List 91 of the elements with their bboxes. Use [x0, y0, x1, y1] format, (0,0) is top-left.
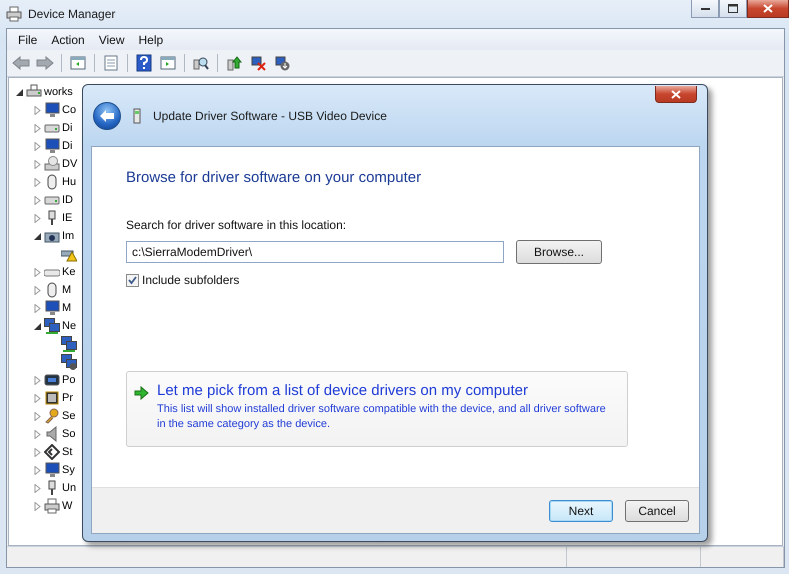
tree-item[interactable]: Di — [62, 122, 72, 134]
magnifier-icon — [193, 55, 209, 71]
option-title: Let me pick from a list of device drivers on my computer — [157, 382, 529, 399]
path-field[interactable]: c:\SierraModemDriver\ — [126, 241, 504, 263]
tree-item[interactable]: Un — [62, 482, 76, 494]
close-icon — [671, 90, 681, 98]
key-icon — [44, 408, 60, 424]
expand-arrow[interactable] — [33, 392, 43, 404]
close-icon — [763, 4, 773, 13]
option-description: This list will show installed driver software compatible with the device, and all driver software in the same category as the device. — [157, 402, 607, 432]
expand-arrow[interactable] — [33, 266, 43, 278]
minimize-button[interactable] — [691, 0, 719, 18]
window-title: Device Manager — [28, 7, 116, 21]
expand-arrow[interactable] — [33, 410, 43, 422]
field-label: Search for driver software in this location: — [126, 218, 348, 232]
network-icon — [61, 354, 77, 370]
panel-icon — [70, 55, 86, 71]
menu-item[interactable]: Help — [132, 32, 170, 46]
download-icon — [274, 55, 290, 71]
expand-arrow[interactable] — [33, 158, 43, 170]
tree-item[interactable]: Pr — [62, 392, 73, 404]
connector-icon — [44, 444, 60, 460]
expand-arrow[interactable] — [33, 284, 43, 296]
dialog-title: Update Driver Software - USB Video Device — [153, 108, 387, 122]
tree-item[interactable]: Di — [62, 140, 72, 152]
document-icon — [103, 55, 119, 71]
expand-arrow[interactable] — [33, 302, 43, 314]
tree-item[interactable]: St — [62, 446, 72, 458]
expand-arrow[interactable] — [33, 482, 43, 494]
tree-item[interactable]: Hu — [62, 176, 76, 188]
tree-item[interactable]: W — [62, 500, 72, 512]
monitor-icon — [44, 300, 60, 316]
minimize-icon — [700, 7, 710, 10]
expand-arrow[interactable] — [33, 140, 43, 152]
expand-arrow[interactable] — [33, 374, 43, 386]
monitor-icon — [44, 102, 60, 118]
remove-icon — [250, 55, 266, 71]
upload-icon — [226, 55, 242, 71]
printer-icon — [44, 498, 60, 514]
close-button[interactable] — [655, 86, 697, 103]
left-arrow-icon — [12, 56, 30, 70]
tree-item[interactable]: Se — [62, 410, 76, 422]
tree-item[interactable]: M — [62, 284, 72, 296]
tree-item[interactable]: Ke — [62, 266, 76, 278]
chip-icon — [44, 390, 60, 406]
cancel-button[interactable]: Cancel — [625, 500, 689, 522]
network-icon — [44, 318, 60, 334]
help-icon — [136, 54, 152, 72]
expand-arrow[interactable] — [33, 194, 43, 206]
printer-icon — [6, 6, 22, 22]
checkbox[interactable] — [126, 274, 139, 286]
option-link[interactable]: Let me pick from a list of device drivers on my computer This list will show installed driver software compatible with the device, and all driver software in the same category as the device. — [126, 371, 628, 447]
tree-item[interactable]: Po — [62, 374, 76, 386]
monitor-icon — [44, 462, 60, 478]
expand-arrow[interactable] — [33, 212, 43, 224]
expand-arrow[interactable] — [33, 446, 43, 458]
expand-arrow[interactable] — [33, 500, 43, 512]
port-icon — [44, 372, 60, 388]
tree-item[interactable]: DV — [62, 158, 78, 170]
tree-item[interactable]: Sy — [62, 464, 75, 476]
checkbox-label: Include subfolders — [142, 273, 240, 287]
monitor-icon — [44, 138, 60, 154]
panel-icon — [160, 55, 176, 71]
maximize-button[interactable] — [719, 0, 747, 18]
back-button[interactable] — [93, 102, 121, 130]
page-heading: Browse for driver software on your computer — [126, 169, 422, 186]
network-icon — [61, 336, 77, 352]
expand-arrow[interactable] — [33, 122, 43, 134]
disc-icon — [44, 156, 60, 172]
close-button[interactable] — [747, 0, 789, 18]
expand-arrow[interactable] — [33, 428, 43, 440]
menu-item[interactable]: View — [92, 32, 132, 46]
back-arrow-icon — [99, 108, 115, 122]
expand-arrow[interactable] — [33, 464, 43, 476]
expand-arrow[interactable] — [33, 176, 43, 188]
tree-item[interactable]: Im — [62, 230, 74, 242]
tree-item[interactable]: M — [62, 302, 72, 314]
tree-item[interactable]: So — [62, 428, 76, 440]
next-button[interactable]: Next — [549, 500, 613, 522]
tree-item[interactable]: Ne — [62, 320, 76, 332]
menu-item[interactable]: Action — [44, 32, 92, 46]
tree-item[interactable]: ID — [62, 194, 73, 206]
tree-item[interactable]: Co — [62, 104, 76, 116]
maximize-icon — [728, 4, 738, 13]
tree-item[interactable]: IE — [62, 212, 72, 224]
right-arrow-icon — [36, 56, 54, 70]
arrow-icon — [133, 385, 149, 401]
menu-item[interactable]: File — [11, 32, 44, 46]
browse-button[interactable]: Browse... — [516, 240, 602, 264]
expand-arrow[interactable] — [33, 104, 43, 116]
tree-item[interactable]: works — [44, 86, 73, 98]
